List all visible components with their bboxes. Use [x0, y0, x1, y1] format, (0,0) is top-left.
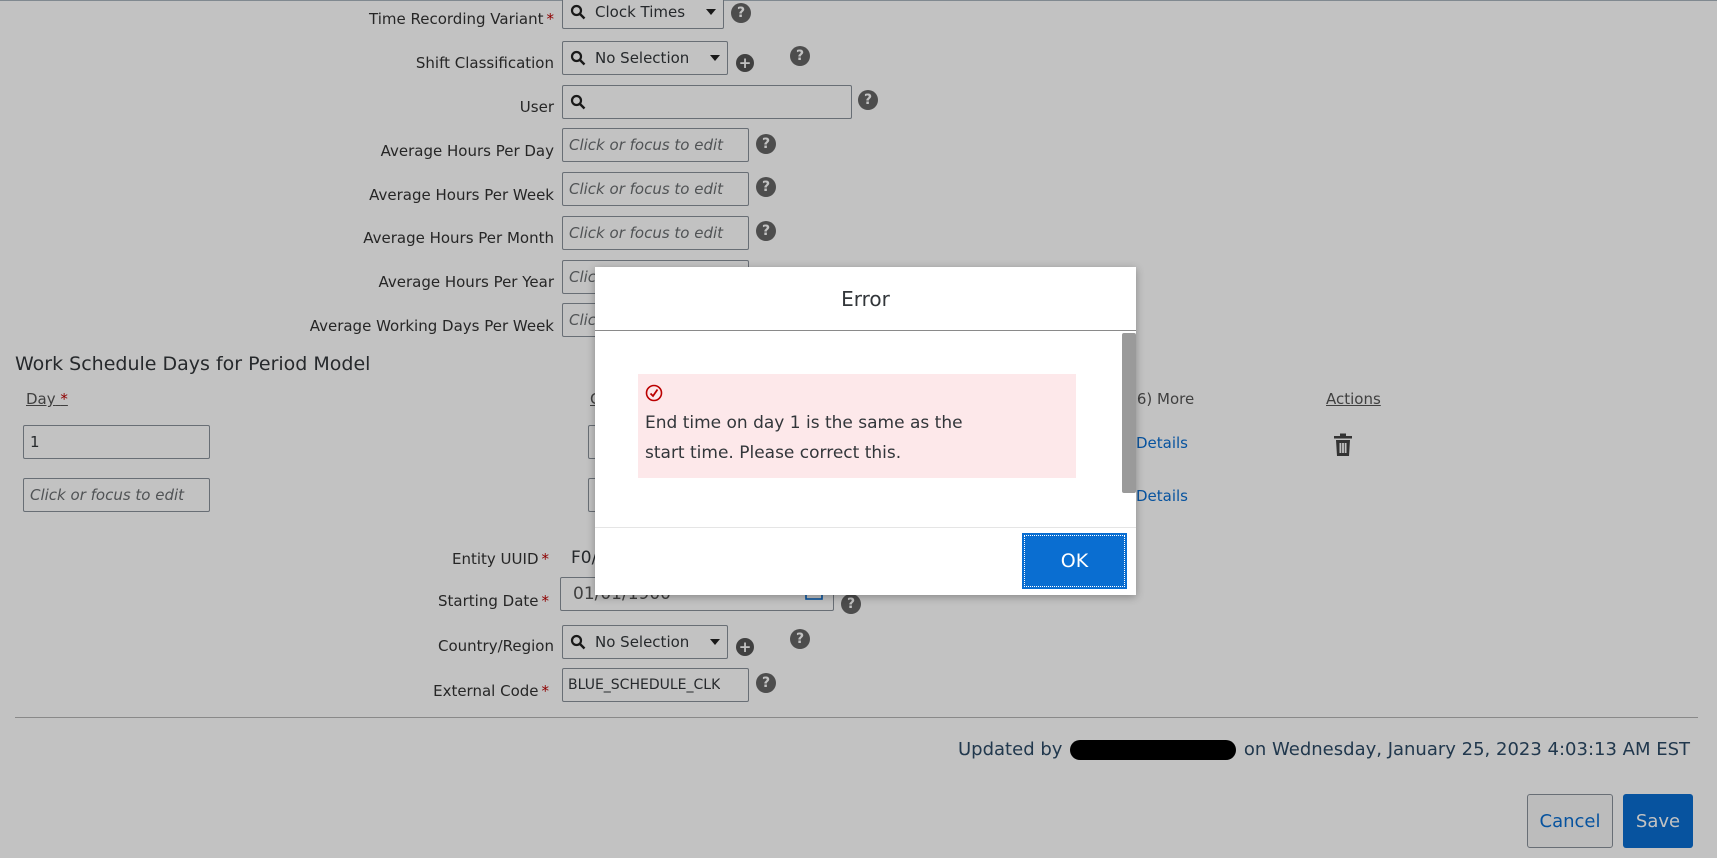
error-message-strip: End time on day 1 is the same as the sta…	[638, 374, 1076, 478]
ok-button[interactable]: OK	[1022, 533, 1127, 589]
dialog-scrollbar[interactable]	[1122, 333, 1136, 493]
error-icon	[645, 384, 663, 406]
error-dialog: Error End time on day 1 is the same as t…	[595, 267, 1136, 595]
error-message-text: End time on day 1 is the same as the sta…	[645, 413, 963, 463]
dialog-footer: OK	[595, 527, 1136, 595]
dialog-title: Error	[595, 267, 1136, 331]
dialog-body: End time on day 1 is the same as the sta…	[595, 331, 1136, 531]
